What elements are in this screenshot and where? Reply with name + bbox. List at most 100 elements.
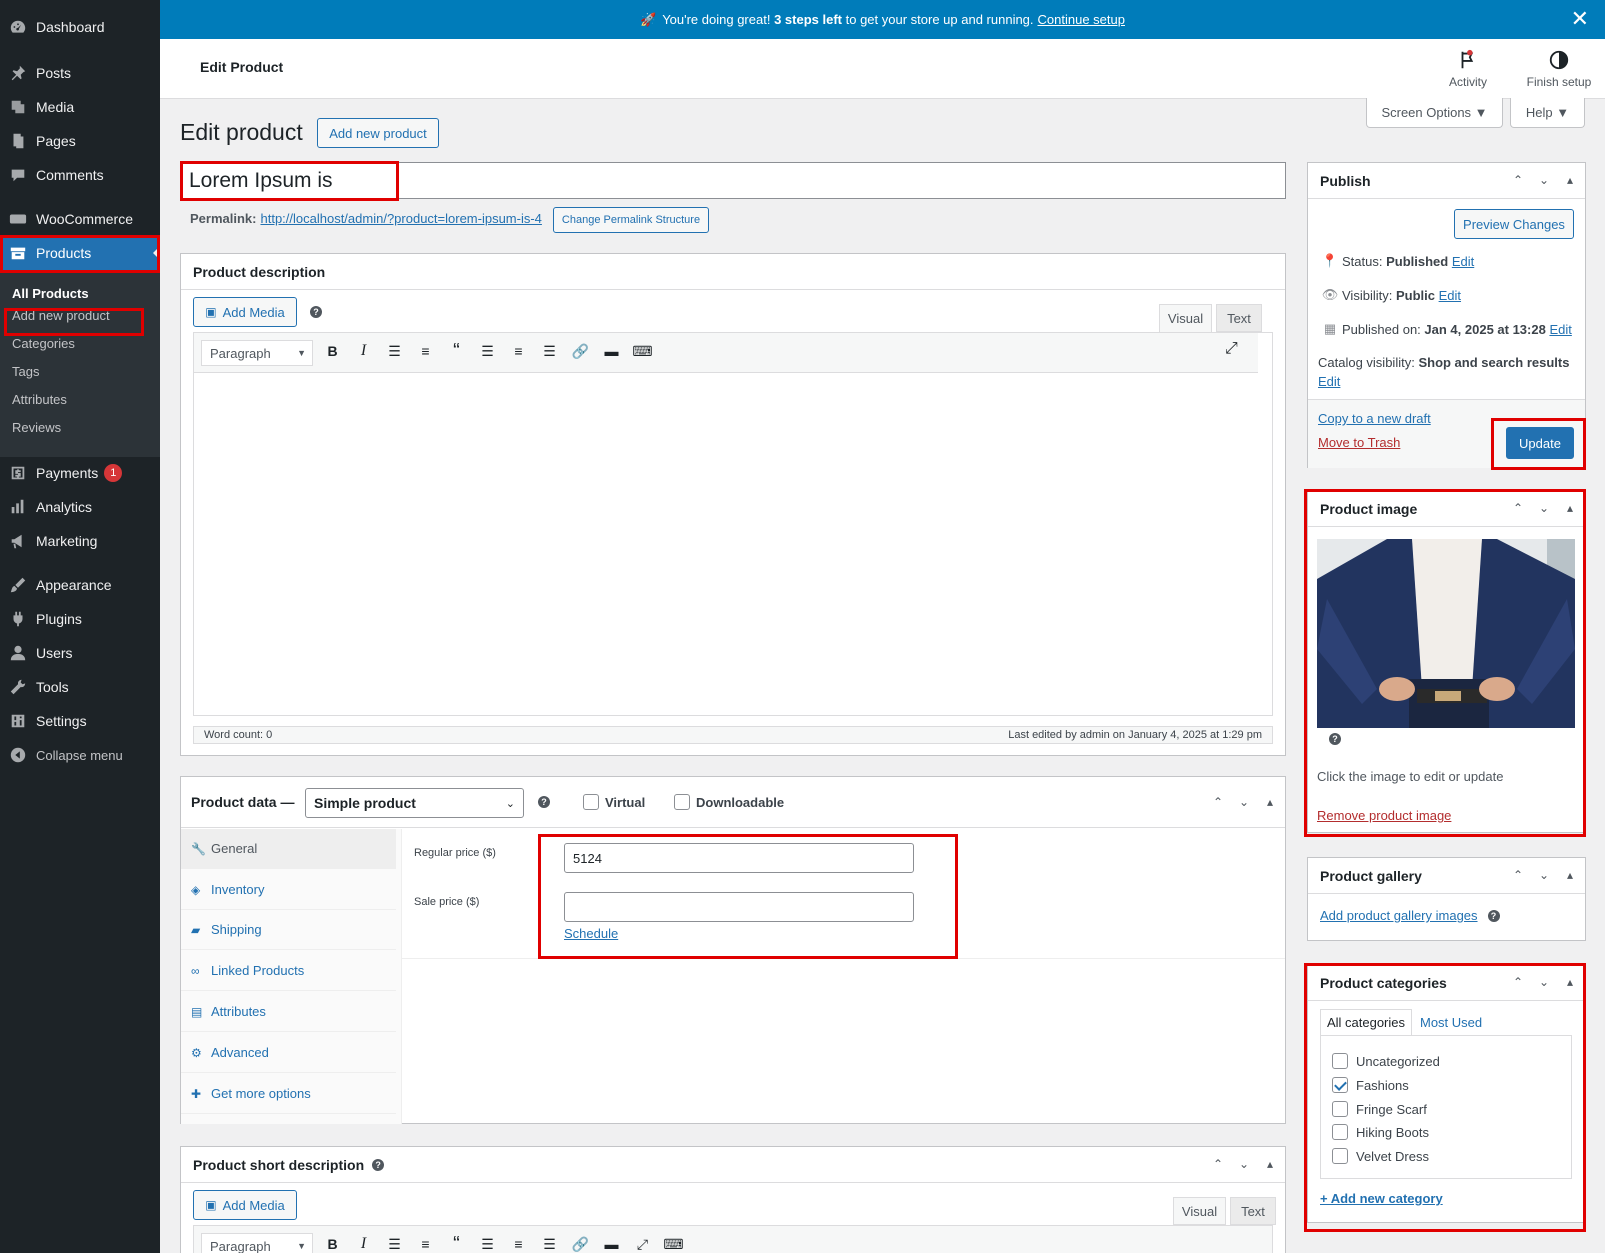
schedule-link[interactable]: Schedule (564, 926, 618, 941)
move-to-trash-link[interactable]: Move to Trash (1318, 435, 1400, 450)
add-new-category-link[interactable]: + Add new category (1320, 1191, 1443, 1206)
tab-advanced[interactable]: ⚙ Advanced (181, 1033, 396, 1073)
bullet-list-icon[interactable]: ☰ (379, 1233, 410, 1253)
sidebar-item-plugins[interactable]: Plugins (0, 602, 160, 636)
chevron-down-icon[interactable]: ⌄ (1537, 975, 1551, 989)
edit-status-link[interactable]: Edit (1452, 254, 1474, 269)
category-fringe-scarf[interactable]: Fringe Scarf (1332, 1101, 1427, 1117)
add-media-button[interactable]: ▣ Add Media (193, 1190, 297, 1220)
chevron-up-icon[interactable]: ⌃ (1511, 975, 1525, 989)
bullet-list-icon[interactable]: ☰ (379, 340, 410, 362)
editor-area[interactable] (193, 332, 1273, 716)
format-select[interactable]: Paragraph ▼ (201, 340, 313, 366)
help-button[interactable]: Help ▼ (1510, 98, 1585, 128)
sidebar-item-appearance[interactable]: Appearance (0, 568, 160, 602)
sidebar-item-dashboard[interactable]: Dashboard (0, 10, 160, 44)
sidebar-item-products[interactable]: Products (0, 236, 160, 270)
sidebar-item-comments[interactable]: Comments (0, 158, 160, 192)
sidebar-item-tools[interactable]: Tools (0, 670, 160, 704)
virtual-checkbox[interactable]: Virtual (583, 794, 645, 810)
bold-icon[interactable]: B (317, 340, 348, 362)
format-select[interactable]: Paragraph ▼ (201, 1233, 313, 1253)
finish-setup-button[interactable]: Finish setup (1519, 49, 1599, 89)
add-gallery-images-link[interactable]: Add product gallery images (1320, 908, 1478, 923)
remove-product-image-link[interactable]: Remove product image (1317, 808, 1451, 823)
preview-changes-button[interactable]: Preview Changes (1454, 209, 1574, 239)
edit-catalog-link[interactable]: Edit (1318, 374, 1340, 389)
toggle-icon[interactable]: ▴ (1563, 868, 1577, 882)
tab-get-more-options[interactable]: ✚ Get more options (181, 1074, 396, 1114)
regular-price-input[interactable]: 5124 (564, 843, 914, 873)
sidebar-item-analytics[interactable]: Analytics (0, 490, 160, 524)
toolbar-toggle-icon[interactable]: ⌨ (658, 1233, 689, 1253)
sale-price-input[interactable] (564, 892, 914, 922)
chevron-down-icon[interactable]: ⌄ (1537, 501, 1551, 515)
align-center-icon[interactable]: ≡ (503, 1233, 534, 1253)
toggle-icon[interactable]: ▴ (1263, 795, 1277, 809)
numbered-list-icon[interactable]: ≡ (410, 1233, 441, 1253)
quote-icon[interactable]: “ (441, 340, 472, 362)
submenu-reviews[interactable]: Reviews (12, 420, 61, 435)
align-right-icon[interactable]: ☰ (534, 1233, 565, 1253)
screen-options-button[interactable]: Screen Options ▼ (1366, 98, 1503, 128)
chevron-down-icon[interactable]: ⌄ (1237, 795, 1251, 809)
continue-setup-link[interactable]: Continue setup (1038, 12, 1125, 27)
chevron-up-icon[interactable]: ⌃ (1511, 173, 1525, 187)
category-uncategorized[interactable]: Uncategorized (1332, 1053, 1440, 1069)
add-new-product-button[interactable]: Add new product (317, 118, 439, 148)
toggle-icon[interactable]: ▴ (1563, 501, 1577, 515)
sidebar-item-payments[interactable]: Payments 1 (0, 456, 160, 490)
toolbar-toggle-icon[interactable]: ⌨ (627, 340, 658, 362)
tab-text[interactable]: Text (1230, 1197, 1276, 1225)
submenu-add-new-product[interactable]: Add new product (12, 308, 110, 323)
tab-visual[interactable]: Visual (1159, 304, 1212, 332)
toggle-icon[interactable]: ▴ (1563, 173, 1577, 187)
chevron-up-icon[interactable]: ⌃ (1511, 501, 1525, 515)
update-button[interactable]: Update (1506, 427, 1574, 459)
tab-general[interactable]: 🔧 General (181, 829, 396, 869)
sidebar-item-posts[interactable]: Posts (0, 56, 160, 90)
tab-all-categories[interactable]: All categories (1320, 1009, 1412, 1035)
chevron-down-icon[interactable]: ⌄ (1237, 1157, 1251, 1171)
sidebar-item-woocommerce[interactable]: WooCommerce (0, 202, 160, 236)
chevron-up-icon[interactable]: ⌃ (1211, 1157, 1225, 1171)
permalink-url[interactable]: http://localhost/admin/?product=lorem-ip… (260, 211, 541, 226)
italic-icon[interactable]: I (348, 1233, 379, 1253)
category-velvet-dress[interactable]: Velvet Dress (1332, 1148, 1429, 1164)
sidebar-collapse-menu[interactable]: Collapse menu (0, 738, 160, 772)
product-type-select[interactable]: Simple product ⌄ (305, 788, 524, 818)
edit-date-link[interactable]: Edit (1549, 322, 1571, 337)
toggle-icon[interactable]: ▴ (1263, 1157, 1277, 1171)
tab-visual[interactable]: Visual (1173, 1197, 1226, 1225)
read-more-icon[interactable]: ▬ (596, 340, 627, 362)
edit-visibility-link[interactable]: Edit (1439, 288, 1461, 303)
tab-attributes[interactable]: ▤ Attributes (181, 992, 396, 1032)
product-title-input[interactable]: Lorem Ipsum is (180, 162, 1286, 199)
toggle-icon[interactable]: ▴ (1563, 975, 1577, 989)
link-icon[interactable]: 🔗 (565, 340, 596, 362)
activity-button[interactable]: Activity (1428, 49, 1508, 89)
sidebar-item-marketing[interactable]: Marketing (0, 524, 160, 558)
category-hiking-boots[interactable]: Hiking Boots (1332, 1124, 1429, 1140)
sidebar-item-users[interactable]: Users (0, 636, 160, 670)
submenu-categories[interactable]: Categories (12, 336, 75, 351)
tab-most-used[interactable]: Most Used (1420, 1015, 1482, 1030)
quote-icon[interactable]: “ (441, 1233, 472, 1253)
tab-inventory[interactable]: ◈ Inventory (181, 870, 396, 910)
align-center-icon[interactable]: ≡ (503, 340, 534, 362)
submenu-tags[interactable]: Tags (12, 364, 39, 379)
tab-linked-products[interactable]: ∞ Linked Products (181, 951, 396, 991)
change-permalink-button[interactable]: Change Permalink Structure (553, 207, 709, 233)
copy-to-draft-link[interactable]: Copy to a new draft (1318, 411, 1431, 426)
read-more-icon[interactable]: ▬ (596, 1233, 627, 1253)
tab-text[interactable]: Text (1216, 304, 1262, 332)
chevron-down-icon[interactable]: ⌄ (1537, 173, 1551, 187)
chevron-up-icon[interactable]: ⌃ (1511, 868, 1525, 882)
bold-icon[interactable]: B (317, 1233, 348, 1253)
link-icon[interactable]: 🔗 (565, 1233, 596, 1253)
category-fashions[interactable]: Fashions (1332, 1077, 1409, 1093)
align-right-icon[interactable]: ☰ (534, 340, 565, 362)
align-left-icon[interactable]: ☰ (472, 1233, 503, 1253)
product-image[interactable] (1317, 539, 1575, 728)
add-media-button[interactable]: ▣ Add Media (193, 297, 297, 327)
